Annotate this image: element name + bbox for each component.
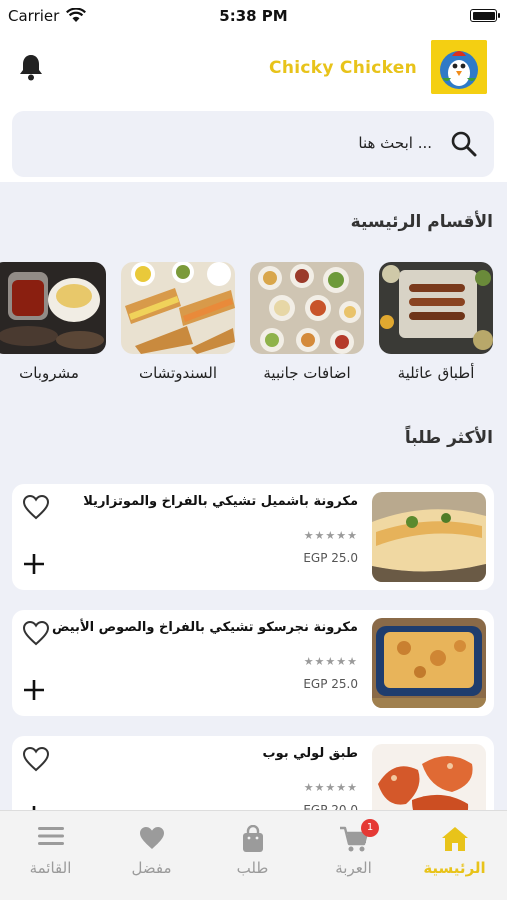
home-icon — [404, 811, 505, 859]
product-image — [372, 492, 486, 582]
tab-label: الرئيسية — [423, 859, 486, 877]
tab-cart[interactable]: 1 العربة — [303, 811, 404, 900]
favorite-heart-icon[interactable] — [22, 494, 50, 524]
popular-title: الأكثر طلباً — [404, 428, 493, 448]
category-family-platters[interactable]: أطباق عائلية — [379, 262, 493, 382]
category-sandwiches[interactable]: السندوتشات — [121, 262, 235, 382]
brand-logo — [431, 40, 487, 94]
heart-icon — [101, 811, 202, 859]
tab-label: طلب — [236, 859, 269, 877]
category-drinks[interactable]: مشروبات — [0, 262, 106, 382]
product-name: مكرونة نجرسكو تشيكي بالفراخ والصوص الأبي… — [52, 620, 358, 635]
brand-name: Chicky Chicken — [269, 58, 417, 78]
categories-title: الأقسام الرئيسية — [350, 212, 493, 232]
category-image — [0, 262, 106, 354]
cart-count-badge: 1 — [361, 819, 379, 837]
menu-icon — [0, 811, 101, 859]
add-to-cart-plus-icon[interactable] — [22, 678, 46, 706]
cart-icon — [303, 811, 404, 859]
category-label: السندوتشات — [138, 364, 217, 382]
bottom-tab-bar: القائمة مفضل طلب 1 العربة الرئيسية — [0, 810, 507, 900]
category-image — [250, 262, 364, 354]
product-price: EGP 25.0 — [303, 677, 358, 691]
search-input[interactable]: ابحث هنا ... — [358, 134, 432, 152]
tab-orders[interactable]: طلب — [202, 811, 303, 900]
app-header: Chicky Chicken ابحث هنا ... — [0, 32, 507, 182]
category-side-dishes[interactable]: اضافات جانبية — [250, 262, 364, 382]
rating-stars: ★★★★★ — [303, 781, 358, 794]
tab-home[interactable]: الرئيسية — [404, 811, 505, 900]
add-to-cart-plus-icon[interactable] — [22, 552, 46, 580]
notification-bell-icon[interactable] — [18, 53, 44, 81]
tab-label: مفضل — [131, 859, 172, 877]
tab-menu[interactable]: القائمة — [0, 811, 101, 900]
category-label: أطباق عائلية — [397, 364, 475, 382]
favorite-heart-icon[interactable] — [22, 746, 50, 776]
category-label: اضافات جانبية — [263, 364, 351, 382]
tab-label: العربة — [335, 859, 372, 877]
category-image — [121, 262, 235, 354]
rating-stars: ★★★★★ — [303, 655, 358, 668]
shopping-bag-icon — [202, 811, 303, 859]
category-label: مشروبات — [19, 364, 79, 382]
search-icon[interactable] — [450, 130, 478, 162]
product-image — [372, 618, 486, 708]
search-bar[interactable]: ابحث هنا ... — [12, 111, 494, 177]
battery-icon — [470, 9, 500, 22]
favorite-heart-icon[interactable] — [22, 620, 50, 650]
tab-label: القائمة — [29, 859, 72, 877]
tab-favorites[interactable]: مفضل — [101, 811, 202, 900]
product-name: مكرونة باشميل تشيكي بالفراخ والموتزاريلا — [83, 494, 358, 509]
clock: 5:38 PM — [219, 7, 288, 25]
rating-stars: ★★★★★ — [303, 529, 358, 542]
product-card[interactable]: مكرونة نجرسكو تشيكي بالفراخ والصوص الأبي… — [12, 610, 494, 716]
product-price: EGP 25.0 — [303, 551, 358, 565]
category-image — [379, 262, 493, 354]
product-card[interactable]: مكرونة باشميل تشيكي بالفراخ والموتزاريلا… — [12, 484, 494, 590]
product-name: طبق لولي بوب — [262, 746, 358, 761]
status-bar: Carrier 5:38 PM — [0, 0, 507, 32]
